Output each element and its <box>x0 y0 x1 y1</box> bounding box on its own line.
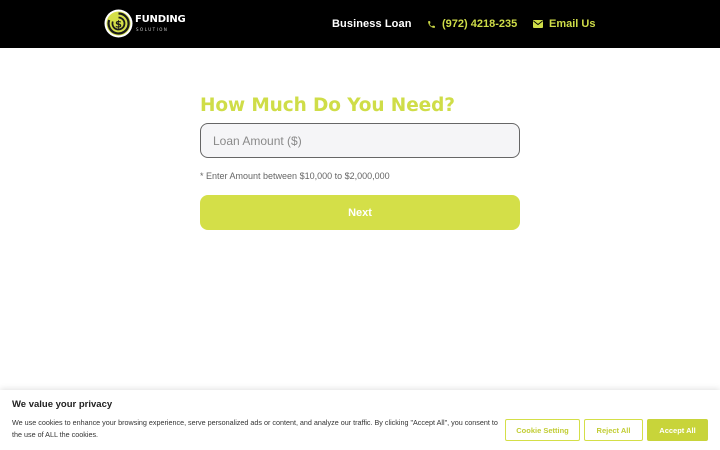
site-logo[interactable]: $ FUNDING SOLUTION <box>104 9 186 39</box>
amount-hint: * Enter Amount between $10,000 to $2,000… <box>200 171 390 181</box>
nav-email-link[interactable]: Email Us <box>533 17 595 31</box>
nav-phone-link[interactable]: (972) 4218-235 <box>427 17 517 31</box>
reject-all-button[interactable]: Reject All <box>584 419 643 441</box>
phone-icon <box>428 20 435 28</box>
site-header: $ FUNDING SOLUTION Business Loan (972) 4… <box>0 0 720 48</box>
envelope-icon <box>533 20 543 28</box>
logo-tagline: SOLUTION <box>136 27 169 32</box>
page: $ FUNDING SOLUTION Business Loan (972) 4… <box>0 0 720 450</box>
svg-text:$: $ <box>115 20 122 31</box>
logo-name: FUNDING <box>135 14 186 25</box>
next-button[interactable]: Next <box>200 195 520 230</box>
loan-amount-input[interactable] <box>200 123 520 158</box>
nav-business-loan-link[interactable]: Business Loan <box>332 17 412 31</box>
accept-all-button[interactable]: Accept All <box>647 419 708 441</box>
form-title: How Much Do You Need? <box>200 95 455 116</box>
cookie-settings-button[interactable]: Cookie Setting <box>505 419 580 441</box>
cookie-title: We value your privacy <box>12 399 113 410</box>
dollar-swirl-logo-icon: $ <box>104 9 133 38</box>
cookie-description: We use cookies to enhance your browsing … <box>12 418 498 439</box>
nav-email-label: Email Us <box>549 18 596 30</box>
nav-phone-number: (972) 4218-235 <box>442 18 518 30</box>
